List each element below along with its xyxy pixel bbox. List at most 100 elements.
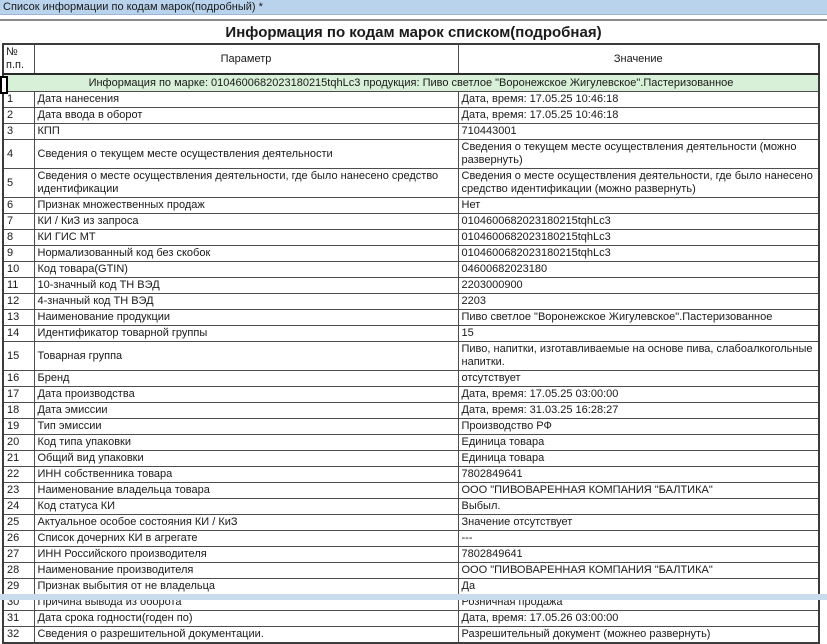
row-number: 17: [3, 387, 34, 403]
table-row[interactable]: 23Наименование владельца товараООО "ПИВО…: [3, 483, 819, 499]
row-number: 18: [3, 403, 34, 419]
param-cell: Общий вид упаковки: [34, 451, 458, 467]
table-row[interactable]: 3КПП710443001: [3, 124, 819, 140]
table-row[interactable]: 28Наименование производителяООО "ПИВОВАР…: [3, 563, 819, 579]
param-cell: Признак выбытия от не владельца: [34, 579, 458, 595]
row-number: 24: [3, 499, 34, 515]
value-cell: Выбыл.: [458, 499, 819, 515]
value-cell: Сведения о месте осуществления деятельно…: [458, 169, 819, 198]
table-row[interactable]: 5Сведения о месте осуществления деятельн…: [3, 169, 819, 198]
value-cell: 0104600682023180215tqhLc3: [458, 246, 819, 262]
row-number: 12: [3, 294, 34, 310]
value-cell: 0104600682023180215tqhLc3: [458, 214, 819, 230]
table-row[interactable]: 124-значный код ТН ВЭД2203: [3, 294, 819, 310]
value-cell: Да: [458, 579, 819, 595]
param-cell: КПП: [34, 124, 458, 140]
param-cell: КИ ГИС МТ: [34, 230, 458, 246]
value-cell: ---: [458, 531, 819, 547]
table-row[interactable]: 10Код товара(GTIN)04600682023180: [3, 262, 819, 278]
table-row[interactable]: 16Брендотсутствует: [3, 371, 819, 387]
table-row[interactable]: 29Признак выбытия от не владельцаДа: [3, 579, 819, 595]
table-row[interactable]: 24Код статуса КИВыбыл.: [3, 499, 819, 515]
table-row[interactable]: 6Признак множественных продажНет: [3, 198, 819, 214]
table-row[interactable]: 27ИНН Российского производителя780284964…: [3, 547, 819, 563]
table-row[interactable]: 20Код типа упаковкиЕдиница товара: [3, 435, 819, 451]
value-cell: ООО "ПИВОВАРЕННАЯ КОМПАНИЯ "БАЛТИКА": [458, 483, 819, 499]
table-row[interactable]: 17Дата производстваДата, время: 17.05.25…: [3, 387, 819, 403]
param-cell: КИ / КиЗ из запроса: [34, 214, 458, 230]
value-cell: Единица товара: [458, 451, 819, 467]
table-row[interactable]: 26Список дочерних КИ в агрегате---: [3, 531, 819, 547]
table-row[interactable]: 9Нормализованный код без скобок010460068…: [3, 246, 819, 262]
value-cell: Дата, время: 17.05.25 10:46:18: [458, 92, 819, 108]
param-cell: Тип эмиссии: [34, 419, 458, 435]
report-heading: Информация по кодам марок списком(подроб…: [0, 24, 827, 41]
table-row[interactable]: 1Дата нанесенияДата, время: 17.05.25 10:…: [3, 92, 819, 108]
row-number: 7: [3, 214, 34, 230]
param-cell: Наименование владельца товара: [34, 483, 458, 499]
row-number: 2: [3, 108, 34, 124]
table-row[interactable]: 13Наименование продукцииПиво светлое "Во…: [3, 310, 819, 326]
row-number: 14: [3, 326, 34, 342]
value-cell: 2203: [458, 294, 819, 310]
selection-marker: [0, 76, 8, 94]
row-number: 23: [3, 483, 34, 499]
row-number: 6: [3, 198, 34, 214]
value-cell: Пиво светлое "Воронежское Жигулевское".П…: [458, 310, 819, 326]
table-row[interactable]: 1110-значный код ТН ВЭД2203000900: [3, 278, 819, 294]
param-cell: Товарная группа: [34, 342, 458, 371]
param-cell: ИНН собственника товара: [34, 467, 458, 483]
table-row[interactable]: 7КИ / КиЗ из запроса0104600682023180215t…: [3, 214, 819, 230]
report-area: Информация по кодам марок списком(подроб…: [0, 21, 827, 644]
value-cell: 2203000900: [458, 278, 819, 294]
row-number: 13: [3, 310, 34, 326]
table-row[interactable]: 4Сведения о текущем месте осуществления …: [3, 140, 819, 169]
value-cell: 04600682023180: [458, 262, 819, 278]
param-cell: Идентификатор товарной группы: [34, 326, 458, 342]
row-number: 9: [3, 246, 34, 262]
param-cell: Сведения о месте осуществления деятельно…: [34, 169, 458, 198]
table-row[interactable]: 32Сведения о разрешительной документации…: [3, 627, 819, 644]
row-number: 29: [3, 579, 34, 595]
param-cell: Дата эмиссии: [34, 403, 458, 419]
row-number: 21: [3, 451, 34, 467]
table-row[interactable]: 31Дата срока годности(годен по)Дата, вре…: [3, 611, 819, 627]
table-row[interactable]: 14Идентификатор товарной группы15: [3, 326, 819, 342]
row-number: 8: [3, 230, 34, 246]
table-row[interactable]: 8КИ ГИС МТ0104600682023180215tqhLc3: [3, 230, 819, 246]
table-row[interactable]: 19Тип эмиссииПроизводство РФ: [3, 419, 819, 435]
param-cell: Код товара(GTIN): [34, 262, 458, 278]
table-row[interactable]: 22ИНН собственника товара7802849641: [3, 467, 819, 483]
table-row[interactable]: 2Дата ввода в оборотДата, время: 17.05.2…: [3, 108, 819, 124]
table-row[interactable]: 25Актуальное особое состояния КИ / КиЗЗн…: [3, 515, 819, 531]
param-cell: Актуальное особое состояния КИ / КиЗ: [34, 515, 458, 531]
table-row[interactable]: 18Дата эмиссииДата, время: 31.03.25 16:2…: [3, 403, 819, 419]
row-number: 32: [3, 627, 34, 644]
param-cell: Код статуса КИ: [34, 499, 458, 515]
param-cell: 10-значный код ТН ВЭД: [34, 278, 458, 294]
document-tab-title: Список информации по кодам марок(подробн…: [3, 1, 263, 13]
param-cell: Признак множественных продаж: [34, 198, 458, 214]
table-row[interactable]: 15Товарная группаПиво, напитки, изготавл…: [3, 342, 819, 371]
value-cell: Разрешительный документ (можнео разверну…: [458, 627, 819, 644]
document-tab-bar[interactable]: Список информации по кодам марок(подробн…: [0, 0, 827, 15]
value-cell: Значение отсутствует: [458, 515, 819, 531]
mark-info-row[interactable]: Информация по марке: 0104600682023180215…: [3, 74, 819, 92]
table-row[interactable]: 21Общий вид упаковкиЕдиница товара: [3, 451, 819, 467]
column-header-value[interactable]: Значение: [458, 44, 819, 74]
row-number: 25: [3, 515, 34, 531]
param-cell: Сведения о разрешительной документации.: [34, 627, 458, 644]
value-cell: 710443001: [458, 124, 819, 140]
report-table: № п.п. Параметр Значение Информация по м…: [2, 43, 820, 644]
column-header-num[interactable]: № п.п.: [3, 44, 34, 74]
param-cell: ИНН Российского производителя: [34, 547, 458, 563]
row-number: 11: [3, 278, 34, 294]
table-header-row: № п.п. Параметр Значение: [3, 44, 819, 74]
row-number: 15: [3, 342, 34, 371]
row-number: 3: [3, 124, 34, 140]
row-number: 4: [3, 140, 34, 169]
row-number: 26: [3, 531, 34, 547]
row-number: 22: [3, 467, 34, 483]
value-cell: Производство РФ: [458, 419, 819, 435]
column-header-param[interactable]: Параметр: [34, 44, 458, 74]
